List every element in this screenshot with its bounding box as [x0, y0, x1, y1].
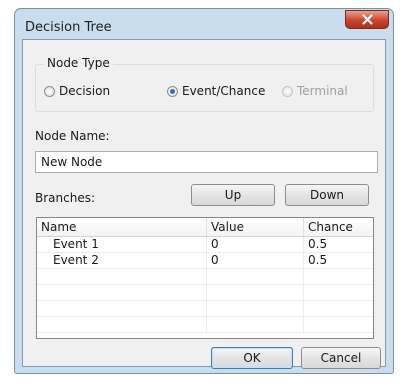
column-header-chance[interactable]: Chance [304, 218, 373, 236]
table-row [37, 301, 373, 317]
cell-name: Event 2 [37, 253, 207, 268]
dialog-body: Node Type Decision Event/Chance Terminal… [22, 39, 386, 369]
cell-value: 0 [207, 237, 304, 252]
radio-terminal-indicator [282, 85, 293, 97]
cell-chance [304, 269, 373, 284]
cell-chance [304, 301, 373, 316]
cell-value [207, 269, 304, 284]
branches-list[interactable]: Name Value Chance Event 1 0 0.5 Event 2 … [36, 217, 374, 339]
cell-name [37, 269, 207, 284]
cancel-button[interactable]: Cancel [301, 347, 381, 369]
cell-name [37, 301, 207, 316]
cell-value [207, 317, 304, 332]
branches-label: Branches: [35, 191, 96, 205]
radio-event-chance-label: Event/Chance [182, 84, 266, 98]
column-header-name[interactable]: Name [37, 218, 207, 236]
cell-name [37, 317, 207, 332]
close-icon [361, 14, 373, 25]
table-row[interactable]: Event 1 0 0.5 [37, 237, 373, 253]
cell-value [207, 301, 304, 316]
radio-terminal[interactable]: Terminal [282, 84, 348, 98]
close-button[interactable] [345, 10, 389, 29]
node-type-group: Node Type Decision Event/Chance Terminal [35, 56, 374, 112]
ok-button[interactable]: OK [211, 347, 293, 369]
decision-tree-dialog: Decision Tree Node Type Decision Event/C… [14, 8, 394, 374]
table-row[interactable]: Event 2 0 0.5 [37, 253, 373, 269]
list-header: Name Value Chance [37, 218, 373, 237]
radio-decision[interactable]: Decision [44, 84, 110, 98]
table-row [37, 269, 373, 285]
cell-chance [304, 285, 373, 300]
cell-name: Event 1 [37, 237, 207, 252]
column-header-value[interactable]: Value [207, 218, 304, 236]
node-name-label: Node Name: [35, 129, 110, 143]
cell-chance: 0.5 [308, 237, 328, 251]
cell-value: 0 [207, 253, 304, 268]
radio-decision-indicator [44, 85, 55, 97]
radio-event-chance[interactable]: Event/Chance [167, 84, 265, 98]
radio-decision-label: Decision [59, 84, 111, 98]
window-title: Decision Tree [25, 20, 112, 35]
table-row [37, 317, 373, 333]
cell-chance [304, 317, 373, 332]
cell-value [207, 285, 304, 300]
cell-name [37, 285, 207, 300]
radio-terminal-label: Terminal [297, 84, 348, 98]
cell-chance: 0.5 [308, 253, 328, 267]
title-bar[interactable]: Decision Tree [15, 9, 393, 41]
down-button[interactable]: Down [285, 184, 369, 206]
up-button[interactable]: Up [191, 184, 275, 206]
table-row [37, 285, 373, 301]
node-name-input[interactable]: New Node [35, 151, 378, 173]
node-type-label: Node Type [44, 56, 113, 70]
radio-event-chance-indicator [167, 85, 178, 97]
